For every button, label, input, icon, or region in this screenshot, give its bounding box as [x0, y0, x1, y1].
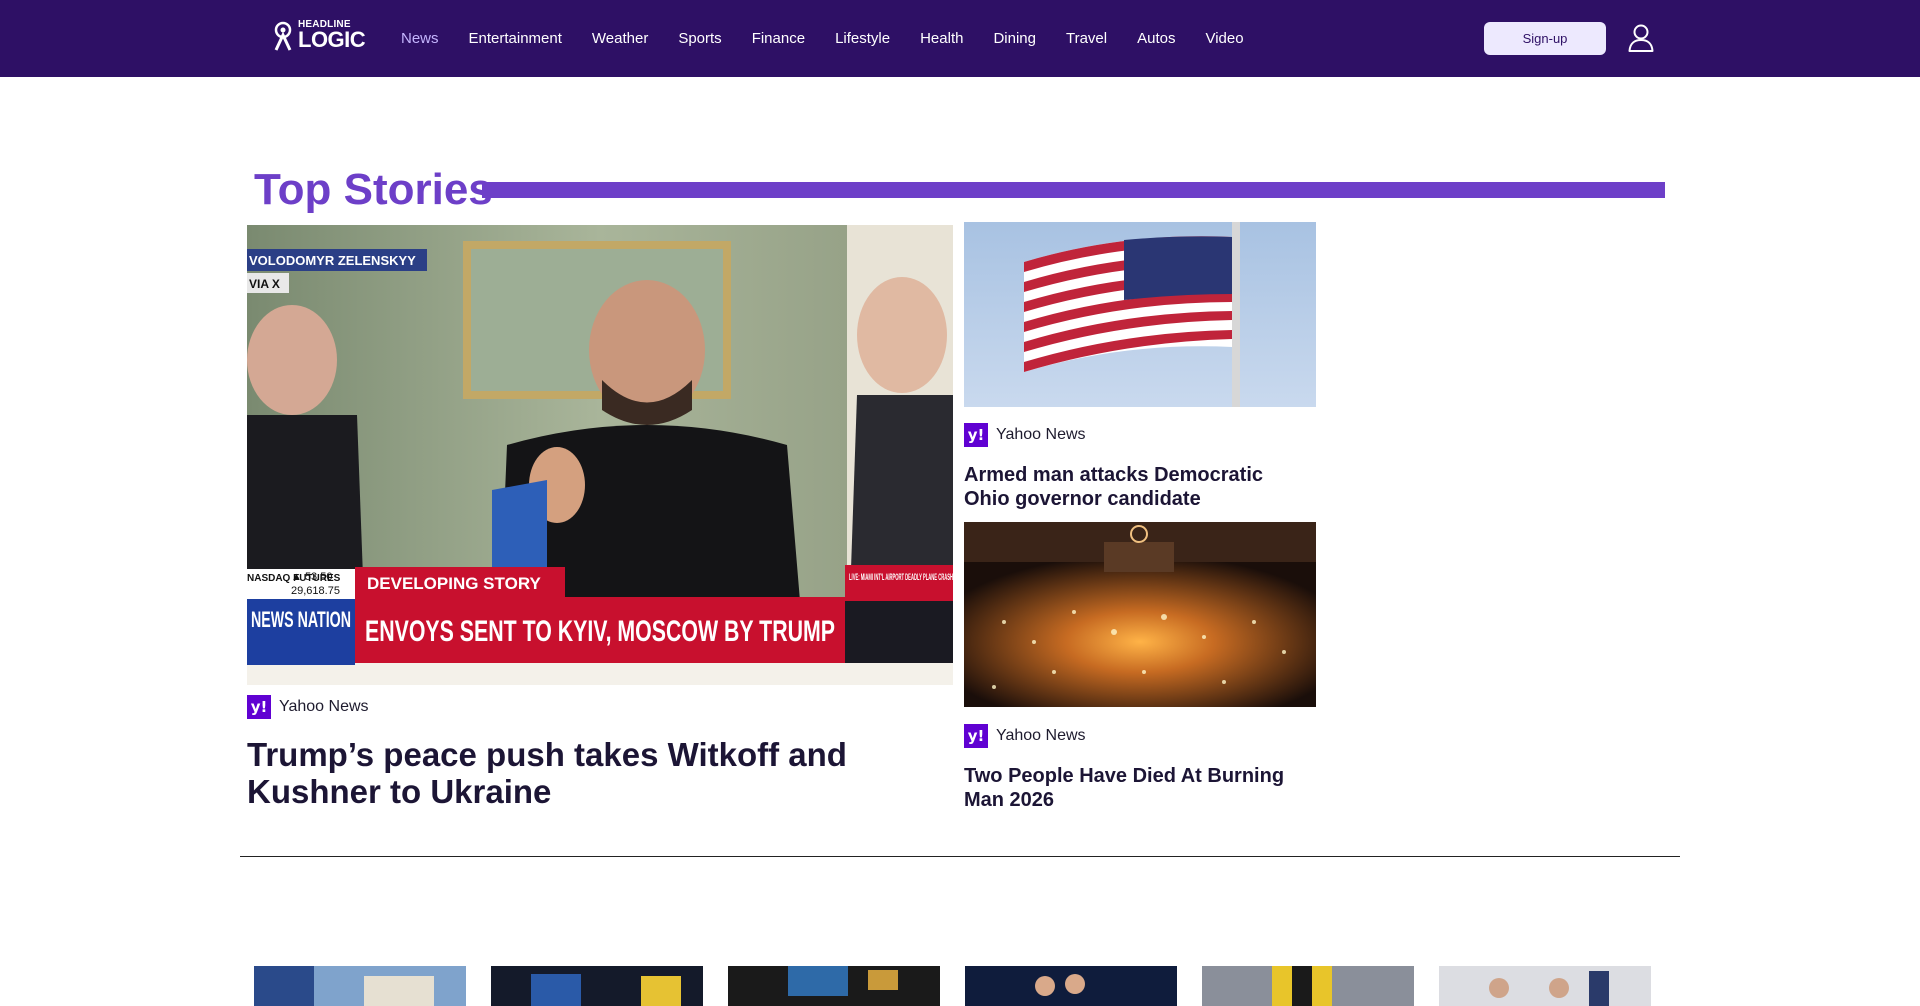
more-story-thumb-5[interactable]	[1202, 966, 1414, 1006]
brand-logo[interactable]: HEADLINE LOGIC	[272, 20, 366, 52]
more-story-thumb-6[interactable]	[1439, 966, 1651, 1006]
thumb-5-photo	[1202, 966, 1414, 1006]
more-story-thumb-1[interactable]	[254, 966, 466, 1006]
nav-news[interactable]: News	[401, 30, 439, 48]
thumb-2-photo	[491, 966, 703, 1006]
side-story-2-source[interactable]: y! Yahoo News	[964, 724, 1086, 748]
yahoo-logo-icon: y!	[964, 724, 988, 748]
more-story-thumb-2[interactable]	[491, 966, 703, 1006]
side-story-2-headline[interactable]: Two People Have Died At Burning Man 2026	[964, 764, 1314, 812]
nav-autos[interactable]: Autos	[1137, 30, 1175, 48]
source-label: Yahoo News	[279, 698, 369, 715]
network-logo: NEWS NATION	[251, 607, 351, 632]
nav-travel[interactable]: Travel	[1066, 30, 1107, 48]
thumb-3-photo	[728, 966, 940, 1006]
side-story-2-image[interactable]	[964, 522, 1316, 707]
thumb-1-photo	[254, 966, 466, 1006]
developing-tag: DEVELOPING STORY	[367, 574, 541, 593]
brand-line-2: LOGIC	[298, 27, 366, 52]
main-story-image[interactable]: NASDAQ FUTURES ▲ 53.50 29,618.75 DEVELOP…	[247, 225, 953, 685]
more-story-thumb-3[interactable]	[728, 966, 940, 1006]
section-title: Top Stories	[254, 165, 493, 214]
american-flag-photo	[964, 222, 1316, 407]
nav-entertainment[interactable]: Entertainment	[469, 30, 562, 48]
section-divider	[240, 856, 1680, 857]
nav-video[interactable]: Video	[1205, 30, 1243, 48]
ticker-change: ▲ 53.50	[291, 571, 332, 583]
name-tag: VOLODOMYR ZELENSKYY	[249, 253, 416, 268]
nav-lifestyle[interactable]: Lifestyle	[835, 30, 890, 48]
nav-weather[interactable]: Weather	[592, 30, 648, 48]
main-nav: News Entertainment Weather Sports Financ…	[401, 30, 1274, 48]
main-story-photo: NASDAQ FUTURES ▲ 53.50 29,618.75 DEVELOP…	[247, 225, 953, 685]
news-banner: ENVOYS SENT TO KYIV, MOSCOW BY TRUMP	[365, 615, 835, 648]
burning-man-photo	[964, 522, 1316, 707]
main-story-headline[interactable]: Trump’s peace push takes Witkoff and Kus…	[247, 736, 887, 810]
nav-sports[interactable]: Sports	[678, 30, 721, 48]
top-header: HEADLINE LOGIC News Entertainment Weathe…	[0, 0, 1920, 77]
headline-logic-logo-icon	[274, 21, 292, 51]
side-story-1-source[interactable]: y! Yahoo News	[964, 423, 1086, 447]
ticker-value: 29,618.75	[291, 585, 340, 597]
side-story-1-image[interactable]	[964, 222, 1316, 407]
title-accent-bar	[482, 182, 1665, 198]
live-tag: LIVE: MIAMI INT'L AIRPORT DEADLY PLANE C…	[849, 572, 953, 582]
nav-finance[interactable]: Finance	[752, 30, 805, 48]
signup-button[interactable]: Sign-up	[1484, 22, 1606, 55]
yahoo-logo-icon: y!	[964, 423, 988, 447]
nav-dining[interactable]: Dining	[993, 30, 1036, 48]
yahoo-logo-icon: y!	[247, 695, 271, 719]
source-label: Yahoo News	[996, 727, 1086, 744]
nav-health[interactable]: Health	[920, 30, 963, 48]
side-story-1-headline[interactable]: Armed man attacks Democratic Ohio govern…	[964, 463, 1314, 511]
more-story-thumb-4[interactable]	[965, 966, 1177, 1006]
thumb-4-photo	[965, 966, 1177, 1006]
main-story-source[interactable]: y! Yahoo News	[247, 695, 369, 719]
thumb-6-photo	[1439, 966, 1651, 1006]
via-tag: VIA X	[249, 277, 280, 291]
user-icon[interactable]	[1628, 24, 1654, 52]
source-label: Yahoo News	[996, 426, 1086, 443]
